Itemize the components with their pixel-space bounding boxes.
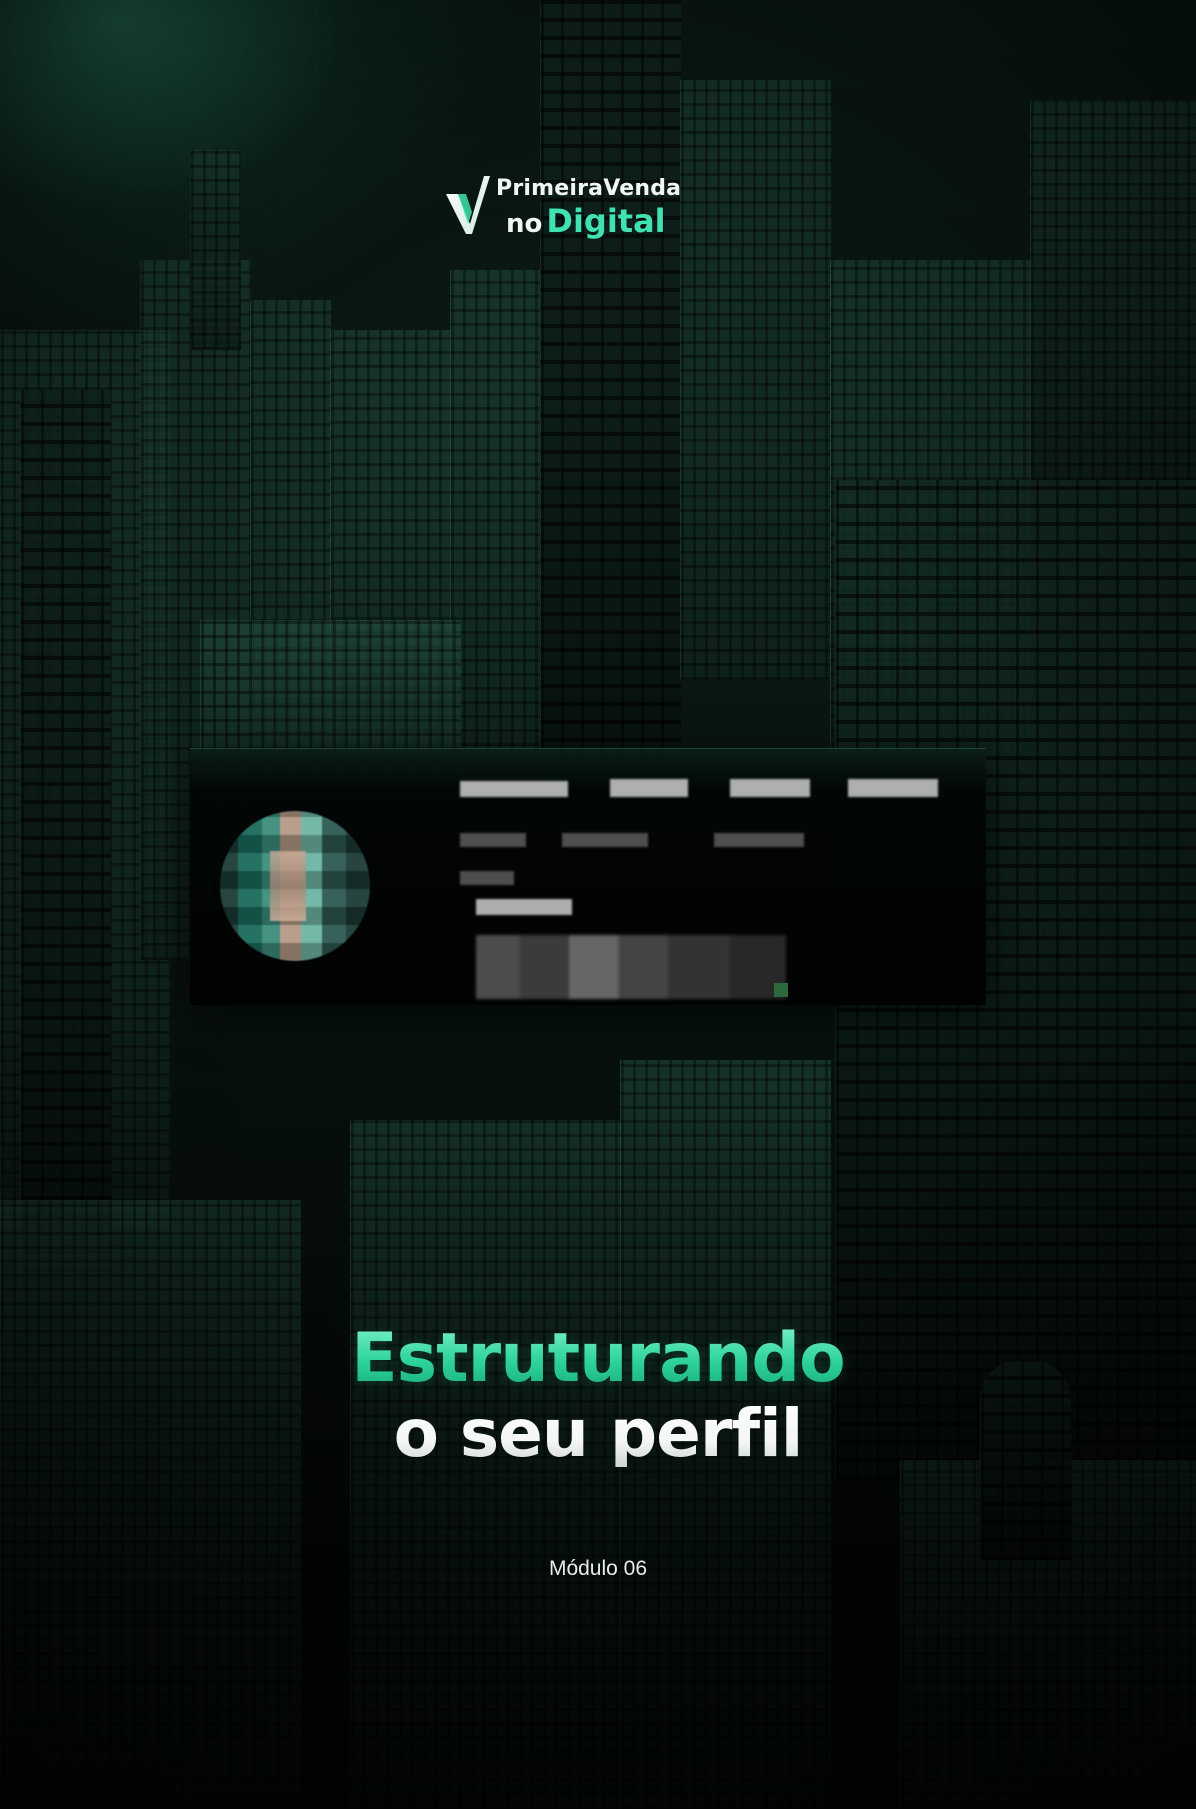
blurred-text-bar — [460, 781, 568, 797]
cover-title: Estruturando o seu perfil — [0, 1325, 1196, 1467]
logo-text-digital: Digital — [546, 202, 666, 240]
title-line-2: o seu perfil — [0, 1401, 1196, 1467]
blurred-profile-card — [190, 748, 986, 1005]
logo-text-no: no — [506, 209, 543, 239]
title-line-1: Estruturando — [0, 1325, 1196, 1393]
blurred-stat-bar — [460, 833, 526, 847]
blurred-link-dot — [774, 983, 788, 997]
blurred-stat-bar — [714, 833, 804, 847]
module-label: Módulo 06 — [548, 1557, 648, 1580]
logo-text-secondary: no Digital — [506, 202, 666, 240]
blurred-stat-bar — [562, 833, 648, 847]
blurred-avatar — [220, 811, 370, 961]
logo-text-primary: PrimeiraVenda — [496, 176, 682, 201]
cover-page: PrimeiraVenda no Digital Estruturando o s… — [0, 0, 1196, 1809]
v-checkmark-icon — [446, 176, 490, 234]
blurred-bio-bar — [476, 899, 572, 915]
blurred-bio-block — [476, 935, 786, 999]
blurred-text-bar — [848, 779, 938, 797]
brand-logo: PrimeiraVenda no Digital — [444, 172, 744, 242]
blurred-text-bar — [610, 779, 688, 797]
blurred-text-bar — [730, 779, 810, 797]
blurred-bio-bar — [460, 871, 514, 885]
